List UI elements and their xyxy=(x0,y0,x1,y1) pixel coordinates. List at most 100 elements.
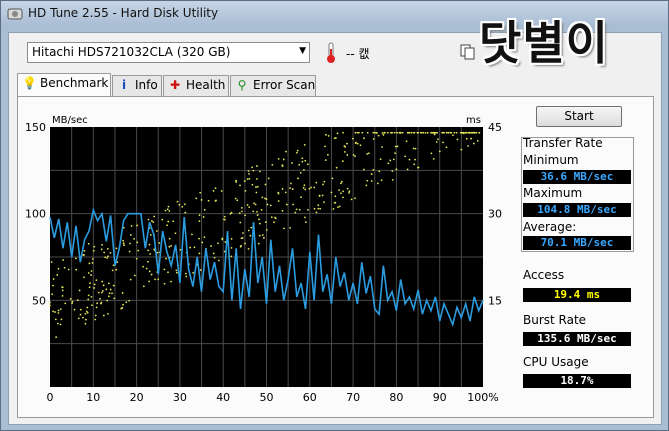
access-time-dot xyxy=(277,200,280,202)
access-time-dot xyxy=(303,144,306,146)
access-time-dot xyxy=(282,158,285,161)
access-time-dot xyxy=(475,131,478,134)
access-time-dot xyxy=(128,299,131,302)
access-time-dot xyxy=(426,131,429,134)
access-time-dot xyxy=(467,145,470,147)
access-time-dot xyxy=(292,203,295,206)
window-title: HD Tune 2.55 - Hard Disk Utility xyxy=(28,6,219,20)
access-time-dot xyxy=(248,172,250,175)
access-time-dot xyxy=(333,137,336,140)
access-time-dot xyxy=(115,247,118,250)
access-time-dot xyxy=(281,164,284,167)
access-time-dot xyxy=(178,203,181,206)
access-time-dot xyxy=(168,237,171,240)
access-time-dot xyxy=(167,271,169,274)
access-time-dot xyxy=(264,221,267,224)
access-time-dot xyxy=(239,184,241,187)
access-time-dot xyxy=(64,302,67,305)
start-button[interactable]: Start xyxy=(536,106,622,127)
access-time-dot xyxy=(473,131,476,134)
access-time-dot xyxy=(465,131,467,134)
access-time-dot xyxy=(133,237,135,240)
access-time-dot xyxy=(267,177,270,180)
access-time-dot xyxy=(94,318,97,321)
access-time-dot xyxy=(230,255,233,258)
access-time-dot xyxy=(366,153,369,155)
access-time-dot xyxy=(260,209,263,211)
access-time-dot xyxy=(129,242,131,245)
access-time-dot xyxy=(49,301,51,304)
access-time-dot xyxy=(202,216,205,218)
access-time-dot xyxy=(381,132,384,134)
access-time-dot xyxy=(55,336,58,339)
access-time-dot xyxy=(256,165,258,167)
x-tick-label: 0 xyxy=(47,391,54,404)
access-time-dot xyxy=(255,191,258,194)
access-time-dot xyxy=(78,289,81,292)
access-time-dot xyxy=(96,302,99,305)
access-time-dot xyxy=(244,214,247,217)
access-time-dot xyxy=(214,200,217,202)
access-time-dot xyxy=(438,150,441,153)
access-time-dot xyxy=(478,131,481,134)
access-time-dot xyxy=(76,299,79,302)
access-time-dot xyxy=(363,137,365,140)
access-time-dot xyxy=(334,201,337,204)
access-time-dot xyxy=(340,192,342,195)
access-time-dot xyxy=(399,131,402,134)
access-time-dot xyxy=(244,189,247,192)
access-time-dot xyxy=(223,218,226,221)
access-time-dot xyxy=(167,205,170,208)
access-time-dot xyxy=(342,131,344,134)
access-time-dot xyxy=(255,186,257,188)
y-axis-unit-label: MB/sec xyxy=(52,115,88,126)
access-time-dot xyxy=(167,220,170,223)
access-time-dot xyxy=(251,183,254,186)
access-time-dot xyxy=(252,210,255,213)
access-time-dot xyxy=(56,322,59,325)
access-time-dot xyxy=(87,294,90,297)
access-time-dot xyxy=(365,184,368,187)
access-time-dot xyxy=(334,195,337,198)
access-time-dot xyxy=(301,160,304,163)
access-time-dot xyxy=(386,131,389,134)
access-time-dot xyxy=(230,246,233,249)
access-time-dot xyxy=(449,131,452,134)
access-time-dot xyxy=(150,273,153,276)
access-time-dot xyxy=(86,311,89,314)
tab-benchmark[interactable]: 💡 Benchmark xyxy=(17,73,111,96)
access-time-dot xyxy=(354,155,356,158)
access-time-dot xyxy=(82,254,85,256)
access-time-dot xyxy=(91,262,94,264)
access-time-dot xyxy=(165,257,167,260)
access-time-dot xyxy=(207,199,210,202)
access-time-dot xyxy=(422,131,425,134)
access-time-dot xyxy=(372,138,375,140)
cpu-usage-value: 18.7% xyxy=(523,374,631,388)
access-time-dot xyxy=(247,248,250,250)
access-time-dot xyxy=(217,242,219,245)
access-time-dot xyxy=(136,241,139,244)
access-time-dot xyxy=(294,211,297,214)
access-time-dot xyxy=(361,131,364,134)
transfer-rate-label: Transfer Rate xyxy=(523,136,603,150)
access-time-dot xyxy=(301,157,304,160)
access-time-dot xyxy=(95,279,98,282)
access-time-dot xyxy=(323,201,325,204)
access-time-dot xyxy=(265,228,268,231)
y2-tick-label: 30 xyxy=(488,208,502,221)
access-time-dot xyxy=(164,209,167,212)
access-time-dot xyxy=(106,299,109,302)
access-time-dot xyxy=(238,212,241,215)
access-time-dot xyxy=(296,149,299,152)
access-time-dot xyxy=(240,244,242,247)
access-time-dot xyxy=(382,133,385,136)
access-time-dot xyxy=(71,302,73,305)
access-time-dot xyxy=(147,249,150,252)
access-time-dot xyxy=(87,298,90,301)
access-time-dot xyxy=(121,306,124,309)
access-time-dot xyxy=(223,215,226,218)
access-time-dot xyxy=(52,284,54,287)
access-time-dot xyxy=(102,284,105,287)
access-time-dot xyxy=(256,210,258,213)
